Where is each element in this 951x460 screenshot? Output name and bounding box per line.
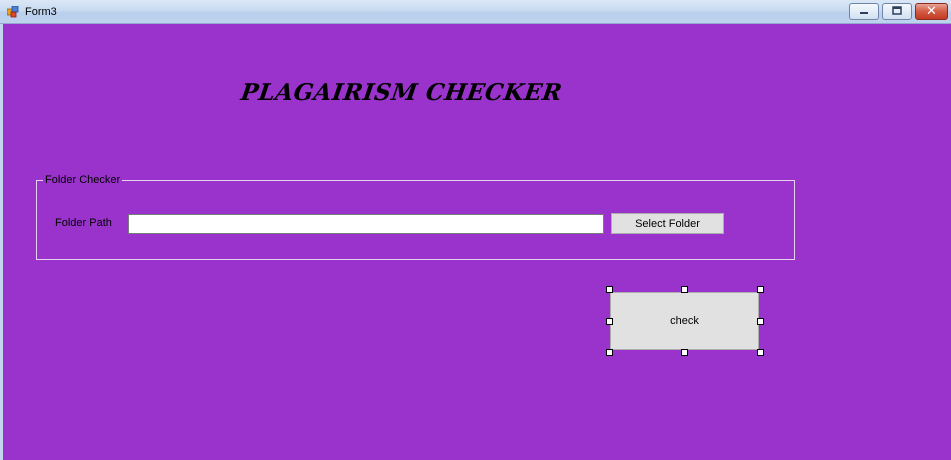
resize-handle-middle-right[interactable] [757,318,764,325]
close-button[interactable]: ✕ [915,3,948,20]
maximize-icon [892,5,902,18]
title-bar[interactable]: Form3 ✕ [0,0,951,24]
check-button[interactable]: check [610,292,759,350]
group-legend: Folder Checker [43,174,123,187]
minimize-button[interactable] [849,3,879,20]
page-title: PLAGAIRISM CHECKER [239,79,564,106]
maximize-button[interactable] [882,3,912,20]
form-icon [6,5,19,18]
folder-path-label: Folder Path [55,217,112,229]
resize-handle-top-right[interactable] [757,286,764,293]
resize-handle-top-center[interactable] [681,286,688,293]
resize-handle-middle-left[interactable] [606,318,613,325]
close-icon: ✕ [926,4,937,19]
folder-path-input[interactable] [128,214,604,234]
resize-handle-bottom-right[interactable] [757,349,764,356]
resize-handle-bottom-center[interactable] [681,349,688,356]
resize-handle-bottom-left[interactable] [606,349,613,356]
minimize-icon [859,6,869,18]
window-title: Form3 [25,6,57,18]
select-folder-button[interactable]: Select Folder [611,213,724,234]
resize-handle-top-left[interactable] [606,286,613,293]
